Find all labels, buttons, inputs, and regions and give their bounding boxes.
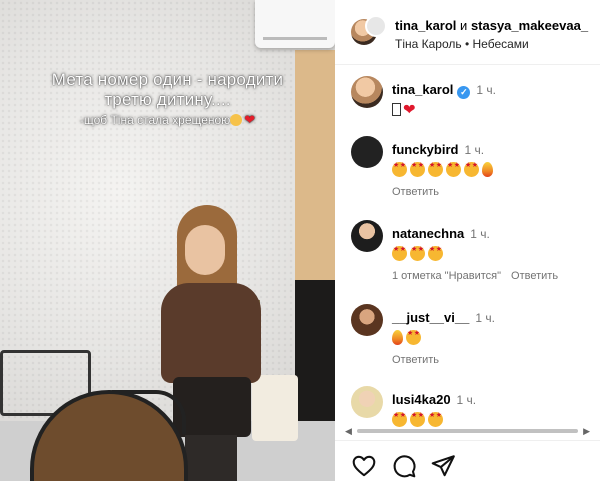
star-struck-emoji-icon — [392, 245, 407, 261]
comment-user-line: natanechna 1 ч. — [392, 226, 490, 241]
star-struck-emoji-icon — [392, 161, 407, 177]
comment-text — [392, 244, 446, 261]
comment-avatar[interactable] — [351, 220, 383, 252]
collaborator-username[interactable]: stasya_makeevaa_ — [471, 18, 588, 33]
reply-button[interactable]: Ответить — [511, 270, 558, 282]
comment-actions: Ответить — [392, 186, 449, 198]
fire-emoji-icon — [392, 329, 403, 345]
comment-bubble-icon[interactable] — [391, 453, 417, 479]
comment-user-line: __just__vi__ 1 ч. — [392, 310, 495, 325]
comment-user-line: lusi4ka20 1 ч. — [392, 392, 476, 407]
star-struck-emoji-icon — [446, 161, 461, 177]
comment-username[interactable]: funckybird — [392, 142, 458, 157]
likes-count[interactable]: 1 отметка "Нравится" — [392, 270, 501, 282]
star-struck-emoji-icon — [410, 161, 425, 177]
star-struck-emoji-icon — [428, 411, 443, 427]
post-panel: tina_karol и stasya_makeevaa_ Тіна Карол… — [335, 0, 600, 481]
comment-username[interactable]: natanechna — [392, 226, 464, 241]
post-header: tina_karol и stasya_makeevaa_ Тіна Карол… — [335, 0, 600, 65]
comment-avatar[interactable] — [351, 304, 383, 336]
comment-time[interactable]: 1 ч. — [470, 227, 490, 241]
reply-button[interactable]: Ответить — [392, 186, 439, 198]
comment-time[interactable]: 1 ч. — [475, 311, 495, 325]
star-struck-emoji-icon — [410, 245, 425, 261]
air-conditioner — [255, 0, 335, 48]
comment-username[interactable]: __just__vi__ — [392, 310, 469, 325]
comment-username[interactable]: lusi4ka20 — [392, 392, 451, 407]
video-subcaption: -щоб Тіна стала хрещеною ❤ — [0, 112, 335, 128]
audio-track[interactable]: Тіна Кароль • Небесами — [395, 37, 529, 51]
comment-avatar[interactable] — [351, 136, 383, 168]
scrollbar-thumb[interactable] — [357, 429, 578, 433]
caption-line-2: третю дитину.... — [104, 90, 231, 109]
star-struck-emoji-icon — [428, 161, 443, 177]
paper-plane-icon[interactable] — [430, 453, 456, 479]
action-bar — [335, 440, 600, 482]
heart-emoji-icon: ❤ — [244, 112, 256, 127]
heart-emoji-icon: ❤ — [403, 101, 416, 119]
comment-avatar[interactable] — [351, 386, 383, 418]
horizontal-scrollbar[interactable]: ◀ ▶ — [345, 426, 590, 436]
reply-button[interactable]: Ответить — [392, 354, 439, 366]
caption-line-3: -щоб Тіна стала хрещеною — [79, 113, 231, 127]
star-struck-emoji-icon — [410, 411, 425, 427]
scroll-left-arrow-icon[interactable]: ◀ — [345, 426, 352, 436]
star-struck-emoji-icon — [428, 245, 443, 261]
caption-line-1: Мета номер один - народити — [51, 70, 284, 89]
comment-user-line: funckybird 1 ч. — [392, 142, 484, 157]
post-authors: tina_karol и stasya_makeevaa_ — [395, 18, 588, 33]
unknown-glyph-icon — [392, 102, 401, 116]
heart-outline-icon[interactable] — [351, 453, 377, 479]
stroller-handle — [112, 390, 186, 434]
blush-emoji-icon — [230, 114, 243, 126]
comment-user-line: tina_karol ✓ 1 ч. — [392, 82, 496, 99]
comment-time[interactable]: 1 ч. — [457, 393, 477, 407]
star-struck-emoji-icon — [392, 411, 407, 427]
comment-time[interactable]: 1 ч. — [464, 143, 484, 157]
comment-avatar[interactable] — [351, 76, 383, 108]
video-player[interactable]: Мета номер один - народити третю дитину.… — [0, 0, 335, 481]
author-username[interactable]: tina_karol — [395, 18, 456, 33]
comment-text: ❤ — [392, 100, 416, 118]
video-caption: Мета номер один - народити третю дитину.… — [0, 70, 335, 110]
star-struck-emoji-icon — [406, 329, 421, 345]
star-struck-emoji-icon — [464, 161, 479, 177]
comment-time[interactable]: 1 ч. — [476, 83, 496, 97]
comment-username[interactable]: tina_karol — [392, 82, 453, 97]
authors-conjunction: и — [460, 18, 468, 33]
comment-actions: Ответить — [392, 354, 449, 366]
scroll-right-arrow-icon[interactable]: ▶ — [583, 426, 590, 436]
comment-actions: 1 отметка "Нравится" Ответить — [392, 270, 568, 282]
comment-text — [392, 328, 424, 345]
comment-text — [392, 410, 446, 427]
fire-emoji-icon — [482, 161, 493, 177]
collaborator-avatar[interactable] — [365, 15, 387, 37]
verified-badge-icon: ✓ — [457, 86, 471, 99]
comment-text — [392, 160, 496, 177]
